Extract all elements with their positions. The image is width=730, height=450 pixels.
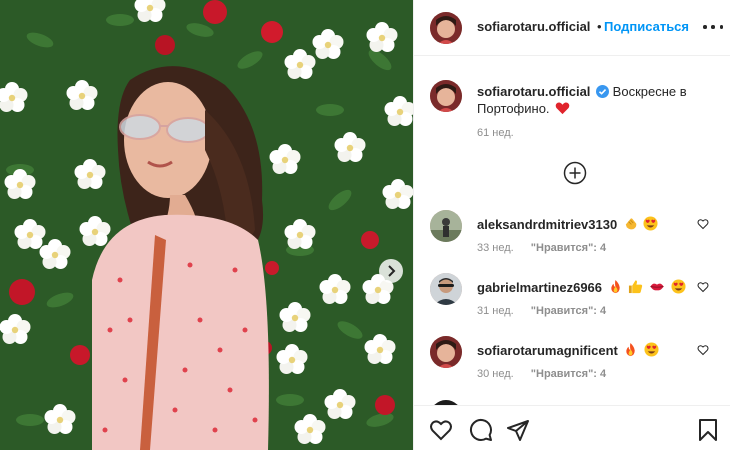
comment-username[interactable]: gabrielmartinez6966: [477, 280, 602, 295]
comment-username[interactable]: sofiarotarumagnificent: [477, 343, 618, 358]
comment-likes-count[interactable]: "Нравится": 4: [531, 242, 606, 254]
comment-item: aleksandrdmitriev3130 33 нед. "Нравится"…: [414, 210, 730, 270]
comment-author: aleksandrdmitriev3130: [477, 216, 658, 232]
more-options-icon[interactable]: [703, 18, 723, 36]
post-details-panel: sofiarotaru.official • Подписаться sofia…: [413, 0, 730, 450]
comment-likes-count[interactable]: "Нравится": 4: [531, 368, 606, 380]
comment-author: gabrielmartinez6966: [477, 279, 686, 295]
carousel-next-button[interactable]: [379, 259, 403, 283]
caption-timestamp: 61 нед.: [477, 127, 514, 139]
verified-badge-icon: [596, 85, 610, 98]
share-paper-plane-icon[interactable]: [506, 418, 530, 442]
avatar-image: [430, 336, 462, 368]
avatar-image: [430, 273, 462, 305]
like-comment-heart-icon[interactable]: [697, 344, 709, 356]
post-photo[interactable]: [0, 0, 413, 450]
heart-eyes-icon: [670, 279, 686, 294]
dot: [719, 25, 723, 29]
kiss-lips-icon: [650, 283, 664, 291]
avatar[interactable]: [430, 80, 462, 112]
like-comment-heart-icon[interactable]: [697, 281, 709, 293]
caption-text-block: sofiarotaru.official Воскресне в Портофи…: [477, 83, 717, 117]
post-header: sofiarotaru.official • Подписаться: [414, 0, 730, 56]
comment-icon[interactable]: [469, 418, 493, 442]
dot: [703, 25, 707, 29]
heart-eyes-icon: [644, 342, 659, 357]
comment-likes-count[interactable]: "Нравится": 4: [531, 305, 606, 317]
like-heart-icon[interactable]: [429, 418, 453, 442]
load-more-comments-button[interactable]: [563, 161, 587, 185]
like-comment-heart-icon[interactable]: [697, 218, 709, 230]
fire-icon: [610, 279, 620, 294]
comment-author: sofiarotarumagnificent: [477, 342, 659, 358]
avatar[interactable]: [430, 12, 462, 44]
avatar-image: [430, 210, 462, 242]
comment-username[interactable]: aleksandrdmitriev3130: [477, 217, 617, 232]
clapping-hands-icon: [625, 218, 637, 230]
photo-image: [0, 0, 413, 450]
chevron-right-icon: [388, 265, 396, 277]
comment-item: gabrielmartinez6966 31 нед. "Нравится": …: [414, 273, 730, 333]
dot: [711, 25, 715, 29]
post-author-username[interactable]: sofiarotaru.official: [477, 19, 590, 34]
comment-meta: 33 нед. "Нравится": 4: [477, 242, 606, 254]
comment-timestamp: 31 нед.: [477, 305, 514, 317]
comment-timestamp: 30 нед.: [477, 368, 514, 380]
bookmark-icon[interactable]: [696, 418, 720, 442]
avatar[interactable]: [430, 210, 462, 242]
avatar-image: [430, 12, 462, 44]
post-action-bar: [414, 405, 730, 450]
comment-timestamp: 33 нед.: [477, 242, 514, 254]
comment-meta: 31 нед. "Нравится": 4: [477, 305, 606, 317]
avatar[interactable]: [430, 336, 462, 368]
header-separator: •: [597, 19, 602, 34]
caption-username[interactable]: sofiarotaru.official: [477, 84, 590, 99]
comment-meta: 30 нед. "Нравится": 4: [477, 368, 606, 380]
comment-item: sofiarotarumagnificent 30 нед. "Нравится…: [414, 336, 730, 396]
heart-eyes-icon: [643, 216, 658, 231]
fire-icon: [626, 342, 636, 357]
avatar[interactable]: [430, 273, 462, 305]
avatar-image: [430, 80, 462, 112]
thumbs-up-icon: [629, 280, 643, 294]
plus-circle-icon: [563, 161, 587, 185]
red-heart-icon: [555, 102, 570, 115]
follow-button[interactable]: Подписаться: [604, 19, 689, 34]
